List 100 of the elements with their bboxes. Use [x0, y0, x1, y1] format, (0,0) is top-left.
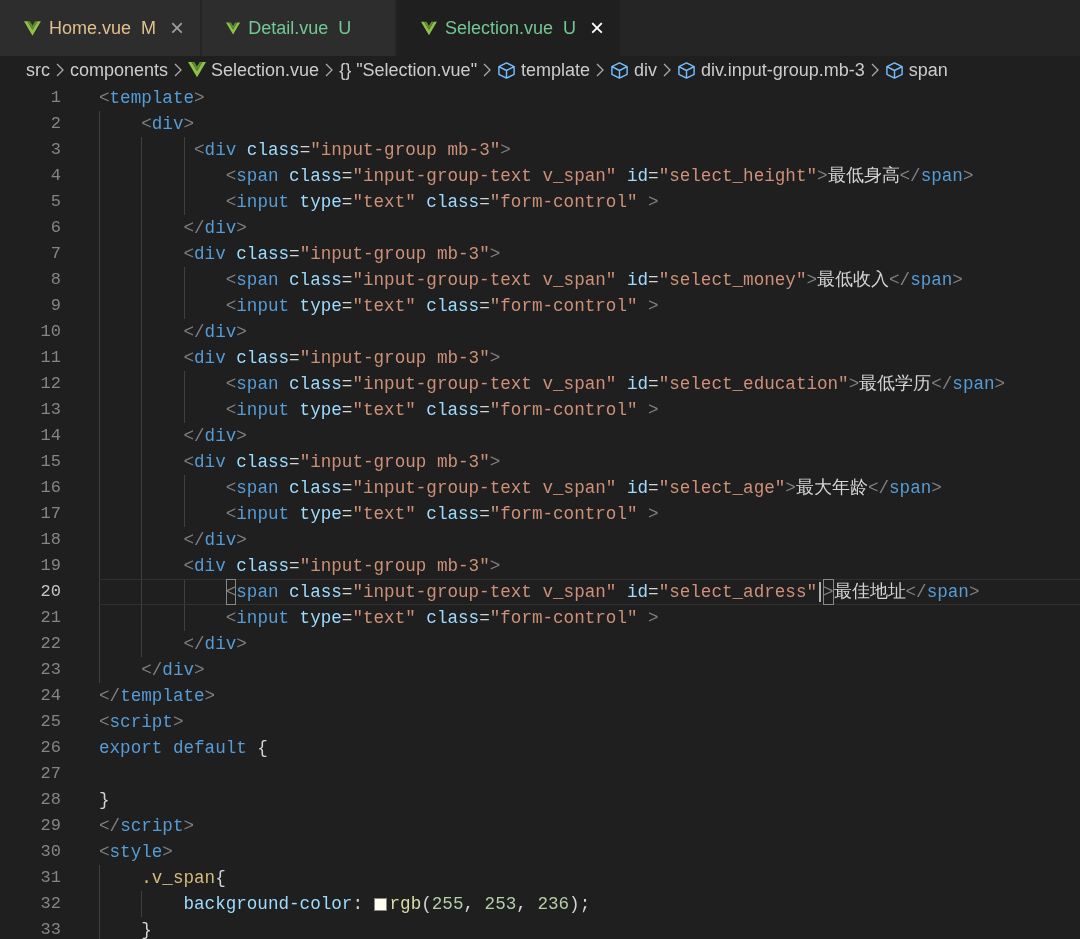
code-token: background-color [182, 892, 353, 916]
code-token: class [425, 502, 480, 526]
code-token: div [204, 320, 237, 344]
line-number: 17 [39, 503, 61, 526]
code-token: </ [889, 268, 911, 292]
code-token: "form-control" [489, 190, 638, 214]
code-token: div [194, 450, 226, 474]
code-token: class [245, 138, 300, 162]
close-tab-button[interactable]: × [590, 16, 604, 40]
line-number: 22 [39, 633, 61, 656]
code-token: </ [182, 528, 205, 552]
breadcrumb-item[interactable]: src [26, 56, 50, 84]
code-token: </ [140, 658, 163, 682]
code-token: > [236, 320, 247, 344]
vue-logo-icon [421, 19, 437, 37]
breadcrumb-item[interactable]: template [521, 56, 591, 84]
code-token: type [298, 502, 342, 526]
line-number: 7 [49, 243, 61, 266]
code-token: "text" [352, 190, 416, 214]
code-token: class [235, 554, 290, 578]
code-token: script [120, 814, 184, 838]
code-token: = [289, 450, 300, 474]
vue-logo-icon [24, 19, 41, 37]
code-token: </ [182, 632, 205, 656]
code-token: < [224, 268, 237, 292]
cube-icon [610, 60, 630, 80]
code-token: 最低收入 [817, 268, 889, 292]
code-token: = [479, 190, 490, 214]
line-number: 23 [39, 659, 61, 682]
line-number: 14 [39, 425, 61, 448]
code-token: class [288, 268, 342, 292]
code-token: : [352, 892, 364, 916]
code-token: class [425, 294, 480, 318]
breadcrumb-item[interactable]: components [70, 56, 169, 84]
breadcrumb-item[interactable]: div.input-group.mb-3 [701, 56, 865, 84]
code-token: span [236, 372, 279, 396]
code-token: > [162, 840, 173, 864]
code-token: = [648, 164, 659, 188]
line-number: 32 [39, 893, 61, 916]
code-token: export default [99, 736, 247, 760]
code-token: < [99, 840, 110, 864]
code-token: > [647, 294, 659, 318]
code-token: < [224, 372, 237, 396]
text-cursor [819, 582, 821, 602]
code-token: > [994, 372, 1006, 396]
code-token: < [224, 502, 237, 526]
line-number: 15 [39, 451, 61, 474]
tab-label: Home.vue [48, 16, 131, 40]
editor-tab[interactable]: Home.vue M × [0, 0, 200, 56]
line-number: 31 [39, 867, 61, 890]
code-token: 最佳地址 [833, 580, 906, 604]
color-swatch-icon[interactable] [373, 897, 387, 911]
code-token: type [298, 190, 342, 214]
code-token: "input-group-text v_span" [352, 268, 617, 292]
breadcrumb-item[interactable]: div [634, 56, 658, 84]
code-token: class [425, 190, 480, 214]
code-token: = [341, 164, 353, 188]
code-token: div [194, 346, 226, 370]
code-token: = [289, 242, 300, 266]
line-number: 8 [49, 269, 61, 292]
code-token: "select_education" [658, 372, 849, 396]
close-tab-button[interactable]: × [170, 16, 184, 40]
code-token: = [299, 138, 311, 162]
code-token: < [140, 112, 152, 136]
code-token: "form-control" [489, 398, 638, 422]
code-token: "input-group-text v_span" [352, 372, 617, 396]
code-token: </ [182, 216, 205, 240]
code-token: </ [905, 580, 927, 604]
code-token: { [215, 866, 226, 890]
code-token: div [194, 242, 226, 266]
code-token: "input-group mb-3" [299, 242, 490, 266]
code-token: </ [182, 320, 205, 344]
line-number: 9 [49, 295, 61, 318]
code-token: = [341, 606, 353, 630]
code-token: > [236, 528, 247, 552]
code-token: > [647, 190, 659, 214]
code-token: > [806, 268, 817, 292]
breadcrumb-item[interactable]: Selection.vue [211, 56, 320, 84]
code-token: > [647, 398, 659, 422]
braces-icon: {} [339, 56, 352, 84]
code-token: > [785, 476, 796, 500]
breadcrumb-item[interactable]: "Selection.vue" [356, 56, 478, 84]
code-token: > [500, 138, 511, 162]
tab-label: Selection.vue [444, 16, 553, 40]
breadcrumb-item[interactable]: span [908, 56, 948, 84]
code-token: type [298, 606, 342, 630]
editor-tab[interactable]: Selection.vue U × [397, 0, 620, 56]
code-token: input [236, 398, 290, 422]
code-token: class [235, 242, 290, 266]
code-token: < [193, 138, 205, 162]
code-token: = [341, 372, 353, 396]
code-token: class [288, 476, 342, 500]
line-number: 20 [39, 581, 61, 604]
code-token: > [204, 684, 216, 708]
editor-tab[interactable]: Detail.vue U [202, 0, 395, 56]
code-token: < [224, 398, 237, 422]
line-number: 12 [39, 373, 61, 396]
chevron-right-icon [663, 63, 672, 77]
code-token: = [341, 190, 353, 214]
chevron-right-icon [174, 63, 183, 77]
